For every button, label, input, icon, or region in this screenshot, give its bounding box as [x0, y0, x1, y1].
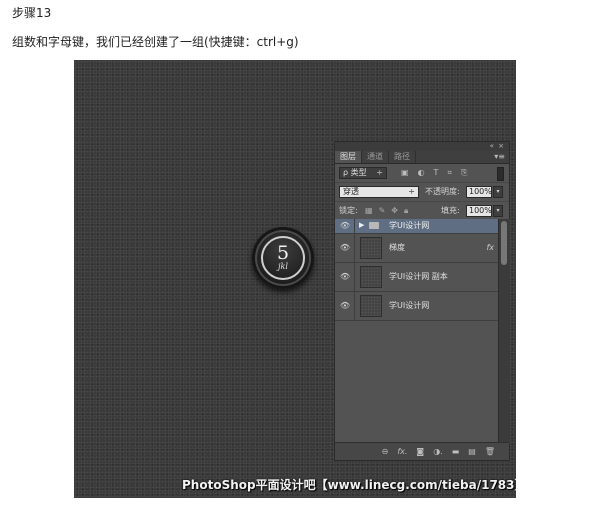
filter-kind-label: ρ 类型 [343, 168, 367, 177]
lock-image-icon[interactable]: ✎ [379, 205, 386, 217]
fill-label: 填充: [441, 206, 460, 215]
eye-icon[interactable]: 👁︎ [339, 243, 351, 252]
panel-bottom-toolbar: ⊖ fx. ◙ ◑. ▬ ▤ 🗑︎ [335, 442, 509, 460]
layer-row[interactable]: 👁︎ 梯度 fx [335, 234, 498, 263]
layers-panel: « × 图层 通道 路径 ▾≡ ρ 类型 ÷ ▣ ◐ T ⌗ ⎘ 穿透 ÷ 不透… [334, 141, 510, 461]
add-mask-icon[interactable]: ◙ [416, 447, 424, 456]
link-layers-icon[interactable]: ⊖ [382, 447, 389, 456]
tab-paths[interactable]: 路径 [389, 151, 416, 163]
fill-input[interactable]: 100% [466, 205, 492, 217]
layer-group-row[interactable]: 👁︎ ▶ 学UI设计网 [335, 219, 498, 234]
layers-scrollbar[interactable] [498, 219, 510, 444]
panel-menu-icon[interactable]: ▾≡ [494, 151, 505, 163]
fx-icon[interactable]: fx. [397, 447, 407, 456]
eye-icon[interactable]: 👁︎ [339, 301, 351, 310]
shape-filter-icon[interactable]: ⌗ [447, 167, 452, 179]
new-group-icon[interactable]: ▬ [452, 447, 460, 456]
layer-row[interactable]: 👁︎ 学UI设计网 [335, 292, 498, 321]
lock-all-icon[interactable]: 🔒︎ [404, 205, 408, 217]
divider [354, 292, 355, 320]
key-digit: 5 [276, 242, 290, 264]
step-title: 步骤13 [12, 6, 52, 20]
lock-label: 锁定: [339, 206, 358, 215]
layers-list: 👁︎ ▶ 学UI设计网 👁︎ 梯度 fx 👁︎ 学UI设计网 副本 👁︎ 学UI… [335, 219, 498, 321]
watermark: PhotoShop平面设计吧【www.linecg.com/tieba/1783… [182, 478, 516, 492]
opacity-dropdown-icon[interactable]: ▾ [493, 186, 503, 198]
panel-collapse-close-icons[interactable]: « × [490, 142, 505, 150]
panel-title-bar[interactable]: « × [335, 142, 509, 151]
layer-name: 学UI设计网 [389, 301, 430, 310]
type-filter-icon[interactable]: T [434, 167, 439, 179]
layer-row[interactable]: 👁︎ 学UI设计网 副本 [335, 263, 498, 292]
divider [354, 219, 355, 233]
tab-layers[interactable]: 图层 [335, 151, 362, 163]
divider [354, 263, 355, 291]
blend-mode-value: 穿透 [343, 187, 359, 196]
adjustment-layer-icon[interactable]: ◑. [433, 447, 443, 456]
adjustment-filter-icon[interactable]: ◐ [418, 167, 425, 179]
tab-channels[interactable]: 通道 [362, 151, 389, 163]
opacity-input[interactable]: 100% [466, 186, 492, 198]
layer-name: 学UI设计网 [389, 221, 430, 230]
lock-transparent-icon[interactable]: ▦ [365, 205, 373, 217]
layer-name: 梯度 [389, 243, 405, 252]
new-layer-icon[interactable]: ▤ [468, 447, 476, 456]
chevron-updown-icon: ÷ [408, 187, 415, 196]
blend-row: 穿透 ÷ 不透明度: 100% ▾ [335, 183, 509, 202]
fill-dropdown-icon[interactable]: ▾ [493, 205, 503, 217]
panel-tabs: 图层 通道 路径 ▾≡ [335, 151, 509, 164]
key-letters: jkl [278, 262, 288, 271]
filter-toggle-switch[interactable] [497, 167, 504, 181]
layer-thumbnail [360, 237, 382, 259]
filter-row: ρ 类型 ÷ ▣ ◐ T ⌗ ⎘ [335, 164, 509, 183]
lock-position-icon[interactable]: ✥ [391, 205, 398, 217]
phone-key-face: 5 jkl [261, 236, 305, 280]
eye-icon[interactable]: 👁︎ [339, 221, 351, 230]
layer-name: 学UI设计网 副本 [389, 272, 448, 281]
eye-icon[interactable]: 👁︎ [339, 272, 351, 281]
opacity-label: 不透明度: [425, 187, 460, 196]
step-description: 组数和字母键，我们已经创建了一组(快捷键：ctrl+g) [12, 35, 299, 49]
expand-arrow-icon[interactable]: ▶ [359, 221, 364, 229]
filter-kind-select[interactable]: ρ 类型 ÷ [339, 167, 387, 179]
divider [354, 234, 355, 262]
fx-badge-icon[interactable]: fx [486, 234, 494, 262]
image-filter-icon[interactable]: ▣ [401, 167, 409, 179]
delete-layer-icon[interactable]: 🗑︎ [485, 447, 495, 456]
layer-thumbnail [360, 295, 382, 317]
chevron-updown-icon: ÷ [376, 168, 383, 177]
scroll-thumb[interactable] [501, 221, 507, 265]
folder-icon [369, 222, 379, 229]
blend-mode-select[interactable]: 穿透 ÷ [339, 186, 419, 198]
lock-icons: ▦ ✎ ✥ 🔒︎ [365, 205, 408, 217]
layer-thumbnail [360, 266, 382, 288]
filter-icons: ▣ ◐ T ⌗ ⎘ [401, 167, 467, 179]
photoshop-canvas: 5 jkl « × 图层 通道 路径 ▾≡ ρ 类型 ÷ ▣ ◐ T ⌗ ⎘ 穿… [74, 60, 516, 498]
smart-object-filter-icon[interactable]: ⎘ [461, 167, 467, 179]
phone-key-button: 5 jkl [252, 227, 314, 289]
